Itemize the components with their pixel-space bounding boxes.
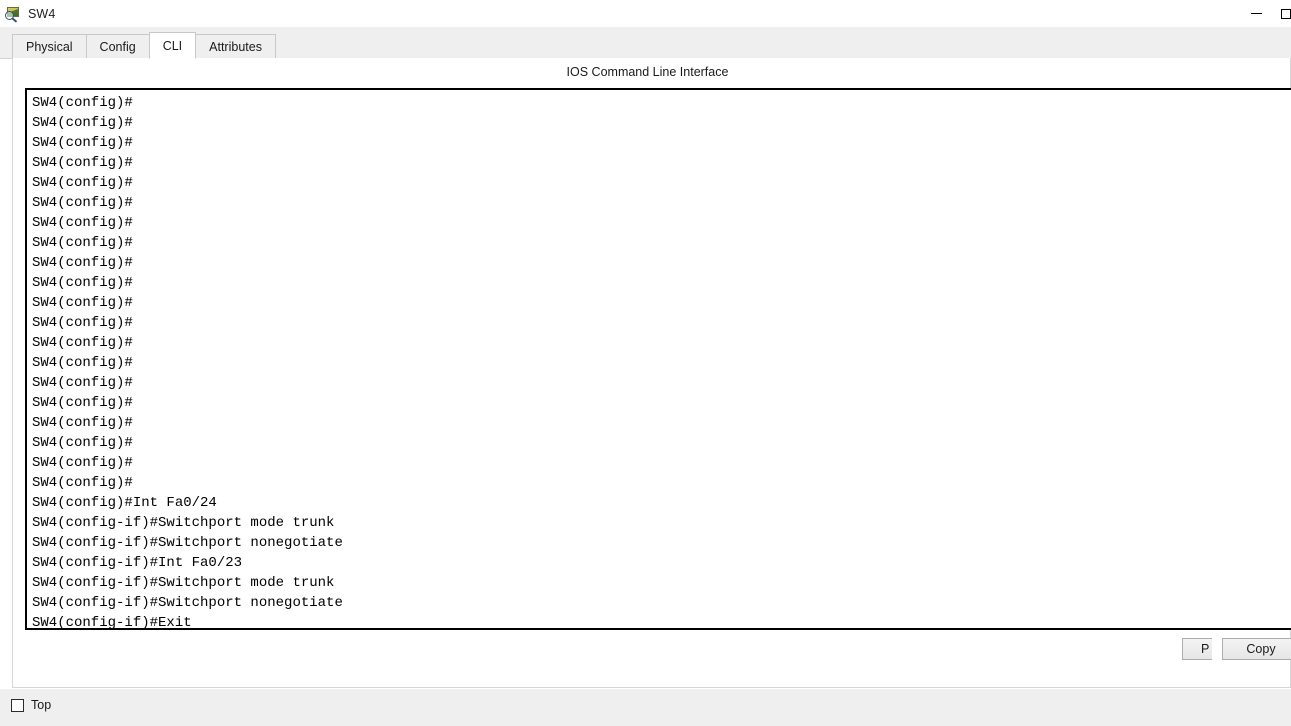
terminal-line: SW4(config)# xyxy=(32,215,133,231)
terminal-line: SW4(config-if)#Int Fa0/23 xyxy=(32,555,243,571)
window-footer: Top xyxy=(0,689,1291,726)
tab-cli-label: CLI xyxy=(162,38,183,53)
tab-attributes-label: Attributes xyxy=(209,39,262,54)
tab-physical[interactable]: Physical xyxy=(12,34,87,59)
terminal-line: SW4(config)# xyxy=(32,455,133,471)
copy-button-label: Copy xyxy=(1246,642,1276,656)
terminal-line: SW4(config)# xyxy=(32,335,133,351)
terminal-line: SW4(config)# xyxy=(32,435,133,451)
paste-button[interactable]: P xyxy=(1182,638,1212,660)
terminal-line: SW4(config-if)#Switchport mode trunk xyxy=(32,515,335,531)
window-titlebar: SW4 xyxy=(0,0,1291,27)
terminal-line: SW4(config)# xyxy=(32,315,133,331)
terminal-line: SW4(config-if)#Switchport mode trunk xyxy=(32,575,335,591)
cli-panel: IOS Command Line Interface SW4(config)# S… xyxy=(12,58,1291,688)
tab-physical-label: Physical xyxy=(26,39,73,54)
tab-list: Physical Config CLI Attributes xyxy=(12,32,276,59)
terminal-line: SW4(config)#Int Fa0/24 xyxy=(32,495,217,511)
terminal-line: SW4(config-if)#Switchport nonegotiate xyxy=(32,595,343,611)
paste-button-label: P xyxy=(1201,642,1210,656)
terminal-output[interactable]: SW4(config)# SW4(config)# SW4(config)# SW4(… xyxy=(25,88,1291,630)
tab-cli[interactable]: CLI xyxy=(148,32,197,59)
terminal-line: SW4(config)# xyxy=(32,95,133,111)
terminal-line: SW4(config)# xyxy=(32,115,133,131)
tab-config-label: Config xyxy=(99,39,136,54)
device-inspect-icon xyxy=(5,6,21,22)
terminal-line: SW4(config)# xyxy=(32,255,133,271)
copy-button[interactable]: Copy xyxy=(1222,638,1291,660)
terminal-line: SW4(config)# xyxy=(32,155,133,171)
tab-attributes[interactable]: Attributes xyxy=(195,34,276,59)
top-checkbox-label: Top xyxy=(31,698,52,712)
terminal-line: SW4(config)# xyxy=(32,395,133,411)
top-checkbox-row[interactable]: Top xyxy=(11,698,51,712)
terminal-line: SW4(config)# xyxy=(32,175,133,191)
terminal-line: SW4(config-if)#Exit xyxy=(32,615,192,630)
maximize-button[interactable] xyxy=(1279,0,1291,27)
terminal-line: SW4(config)# xyxy=(32,295,133,311)
terminal-line: SW4(config)# xyxy=(32,195,133,211)
minimize-button[interactable] xyxy=(1233,0,1279,27)
terminal-line: SW4(config)# xyxy=(32,375,133,391)
action-button-row: P Copy xyxy=(1182,638,1291,660)
cli-header-title: IOS Command Line Interface xyxy=(566,65,729,79)
terminal-line: SW4(config)# xyxy=(32,355,133,371)
terminal-line: SW4(config)# xyxy=(32,135,133,151)
tab-config[interactable]: Config xyxy=(85,34,150,59)
tab-strip: Physical Config CLI Attributes xyxy=(0,27,1291,59)
terminal-line: SW4(config)# xyxy=(32,235,133,251)
terminal-line: SW4(config)# xyxy=(32,275,133,291)
terminal-line: SW4(config)# xyxy=(32,475,133,491)
top-checkbox[interactable] xyxy=(11,698,24,712)
window-title: SW4 xyxy=(28,6,56,21)
terminal-line: SW4(config-if)#Switchport nonegotiate xyxy=(32,535,343,551)
terminal-line: SW4(config)# xyxy=(32,415,133,431)
window-controls xyxy=(1233,0,1291,27)
